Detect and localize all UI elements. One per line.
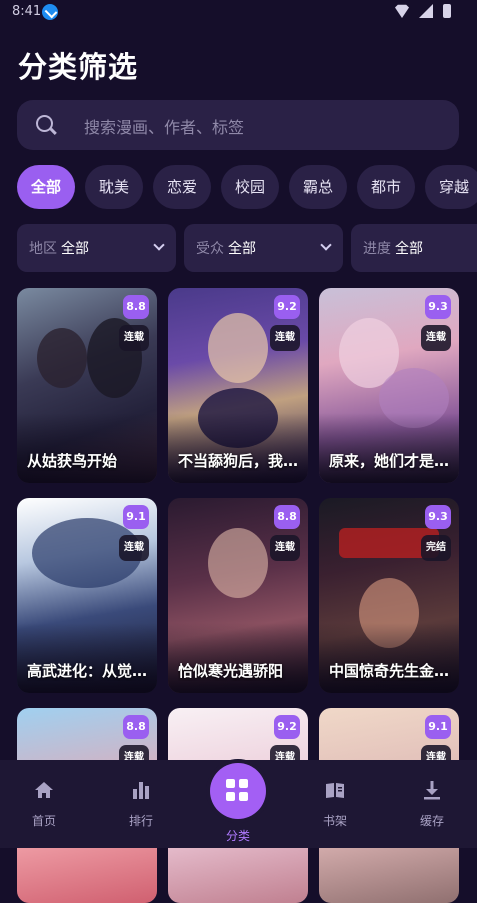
category-fab[interactable] — [210, 763, 266, 819]
nav-label: 分类 — [225, 829, 250, 843]
nav-bookshelf[interactable]: 书架 — [287, 760, 383, 848]
nav-home[interactable]: 首页 — [0, 760, 92, 848]
score-badge: 9.2 — [274, 715, 300, 739]
filter-key: 地区 — [29, 241, 57, 257]
comic-title: 不当舔狗后，我成了亿万神豪 — [178, 452, 300, 470]
comic-card[interactable]: 8.8 连载 从姑获鸟开始 — [17, 288, 157, 483]
chip-all[interactable]: 全部 — [17, 165, 75, 209]
score-badge: 9.1 — [123, 505, 149, 529]
filter-value: 全部 — [228, 241, 256, 257]
ranking-icon — [133, 782, 149, 799]
download-notification-icon — [42, 4, 58, 20]
page-title: 分类筛选 — [18, 50, 139, 84]
search-bar[interactable]: 搜索漫画、作者、标签 — [17, 100, 459, 150]
filter-row: 地区 全部 受众 全部 进度 全部 — [17, 224, 477, 272]
score-badge: 8.8 — [274, 505, 300, 529]
filter-value: 全部 — [395, 241, 423, 257]
filter-audience[interactable]: 受众 全部 — [184, 224, 343, 272]
comic-title: 从姑获鸟开始 — [27, 452, 118, 470]
score-badge: 9.1 — [425, 715, 451, 739]
chip-romance[interactable]: 恋爱 — [153, 165, 211, 209]
nav-label: 首页 — [31, 814, 56, 828]
status-badge: 连载 — [119, 325, 149, 351]
status-badge: 连载 — [270, 325, 300, 351]
home-icon — [35, 782, 53, 798]
comic-title: 恰似寒光遇骄阳 — [178, 662, 284, 680]
filter-progress[interactable]: 进度 全部 — [351, 224, 477, 272]
signal-icon — [419, 4, 433, 18]
comic-title: 中国惊奇先生金刚师 — [329, 662, 451, 680]
search-input[interactable]: 搜索漫画、作者、标签 — [84, 114, 244, 138]
chip-urban[interactable]: 都市 — [357, 165, 415, 209]
filter-value: 全部 — [61, 241, 89, 257]
score-badge: 8.8 — [123, 715, 149, 739]
comic-card[interactable]: 9.3 连载 原来，她们才是主角 — [319, 288, 459, 483]
filter-key: 进度 — [363, 241, 391, 257]
nav-cache[interactable]: 缓存 — [384, 760, 477, 848]
nav-label: 排行 — [128, 814, 153, 828]
status-badge: 连载 — [421, 325, 451, 351]
search-icon — [36, 115, 53, 132]
comic-title: 高武进化：从觉醒开始 — [27, 662, 149, 680]
score-badge: 9.3 — [425, 505, 451, 529]
comic-card[interactable]: 8.8 连载 恰似寒光遇骄阳 — [168, 498, 308, 693]
chip-time-travel[interactable]: 穿越 — [425, 165, 477, 209]
nav-label: 缓存 — [419, 814, 444, 828]
download-icon — [424, 781, 440, 800]
genre-chip-row: 全部 耽美 恋爱 校园 霸总 都市 穿越 — [17, 165, 477, 209]
chevron-down-icon — [320, 239, 332, 251]
filter-key: 受众 — [196, 241, 224, 257]
status-bar: 8:41 — [0, 0, 477, 26]
status-badge: 连载 — [119, 535, 149, 561]
nav-label: 书架 — [322, 814, 347, 828]
bookshelf-icon — [326, 783, 344, 798]
comic-title: 原来，她们才是主角 — [329, 452, 451, 470]
wifi-icon — [395, 4, 409, 18]
nav-ranking[interactable]: 排行 — [93, 760, 189, 848]
score-badge: 8.8 — [123, 295, 149, 319]
score-badge: 9.3 — [425, 295, 451, 319]
score-badge: 9.2 — [274, 295, 300, 319]
status-icons — [395, 4, 451, 18]
comic-card[interactable]: 9.1 连载 高武进化：从觉醒开始 — [17, 498, 157, 693]
chip-danmei[interactable]: 耽美 — [85, 165, 143, 209]
status-badge: 完结 — [421, 535, 451, 561]
comic-card[interactable]: 9.3 完结 中国惊奇先生金刚师 — [319, 498, 459, 693]
chevron-down-icon — [153, 239, 165, 251]
status-badge: 连载 — [270, 535, 300, 561]
filter-region[interactable]: 地区 全部 — [17, 224, 176, 272]
chip-campus[interactable]: 校园 — [221, 165, 279, 209]
comic-card[interactable]: 9.2 连载 不当舔狗后，我成了亿万神豪 — [168, 288, 308, 483]
status-time: 8:41 — [12, 4, 42, 19]
battery-icon — [443, 4, 451, 18]
chip-ceo[interactable]: 霸总 — [289, 165, 347, 209]
